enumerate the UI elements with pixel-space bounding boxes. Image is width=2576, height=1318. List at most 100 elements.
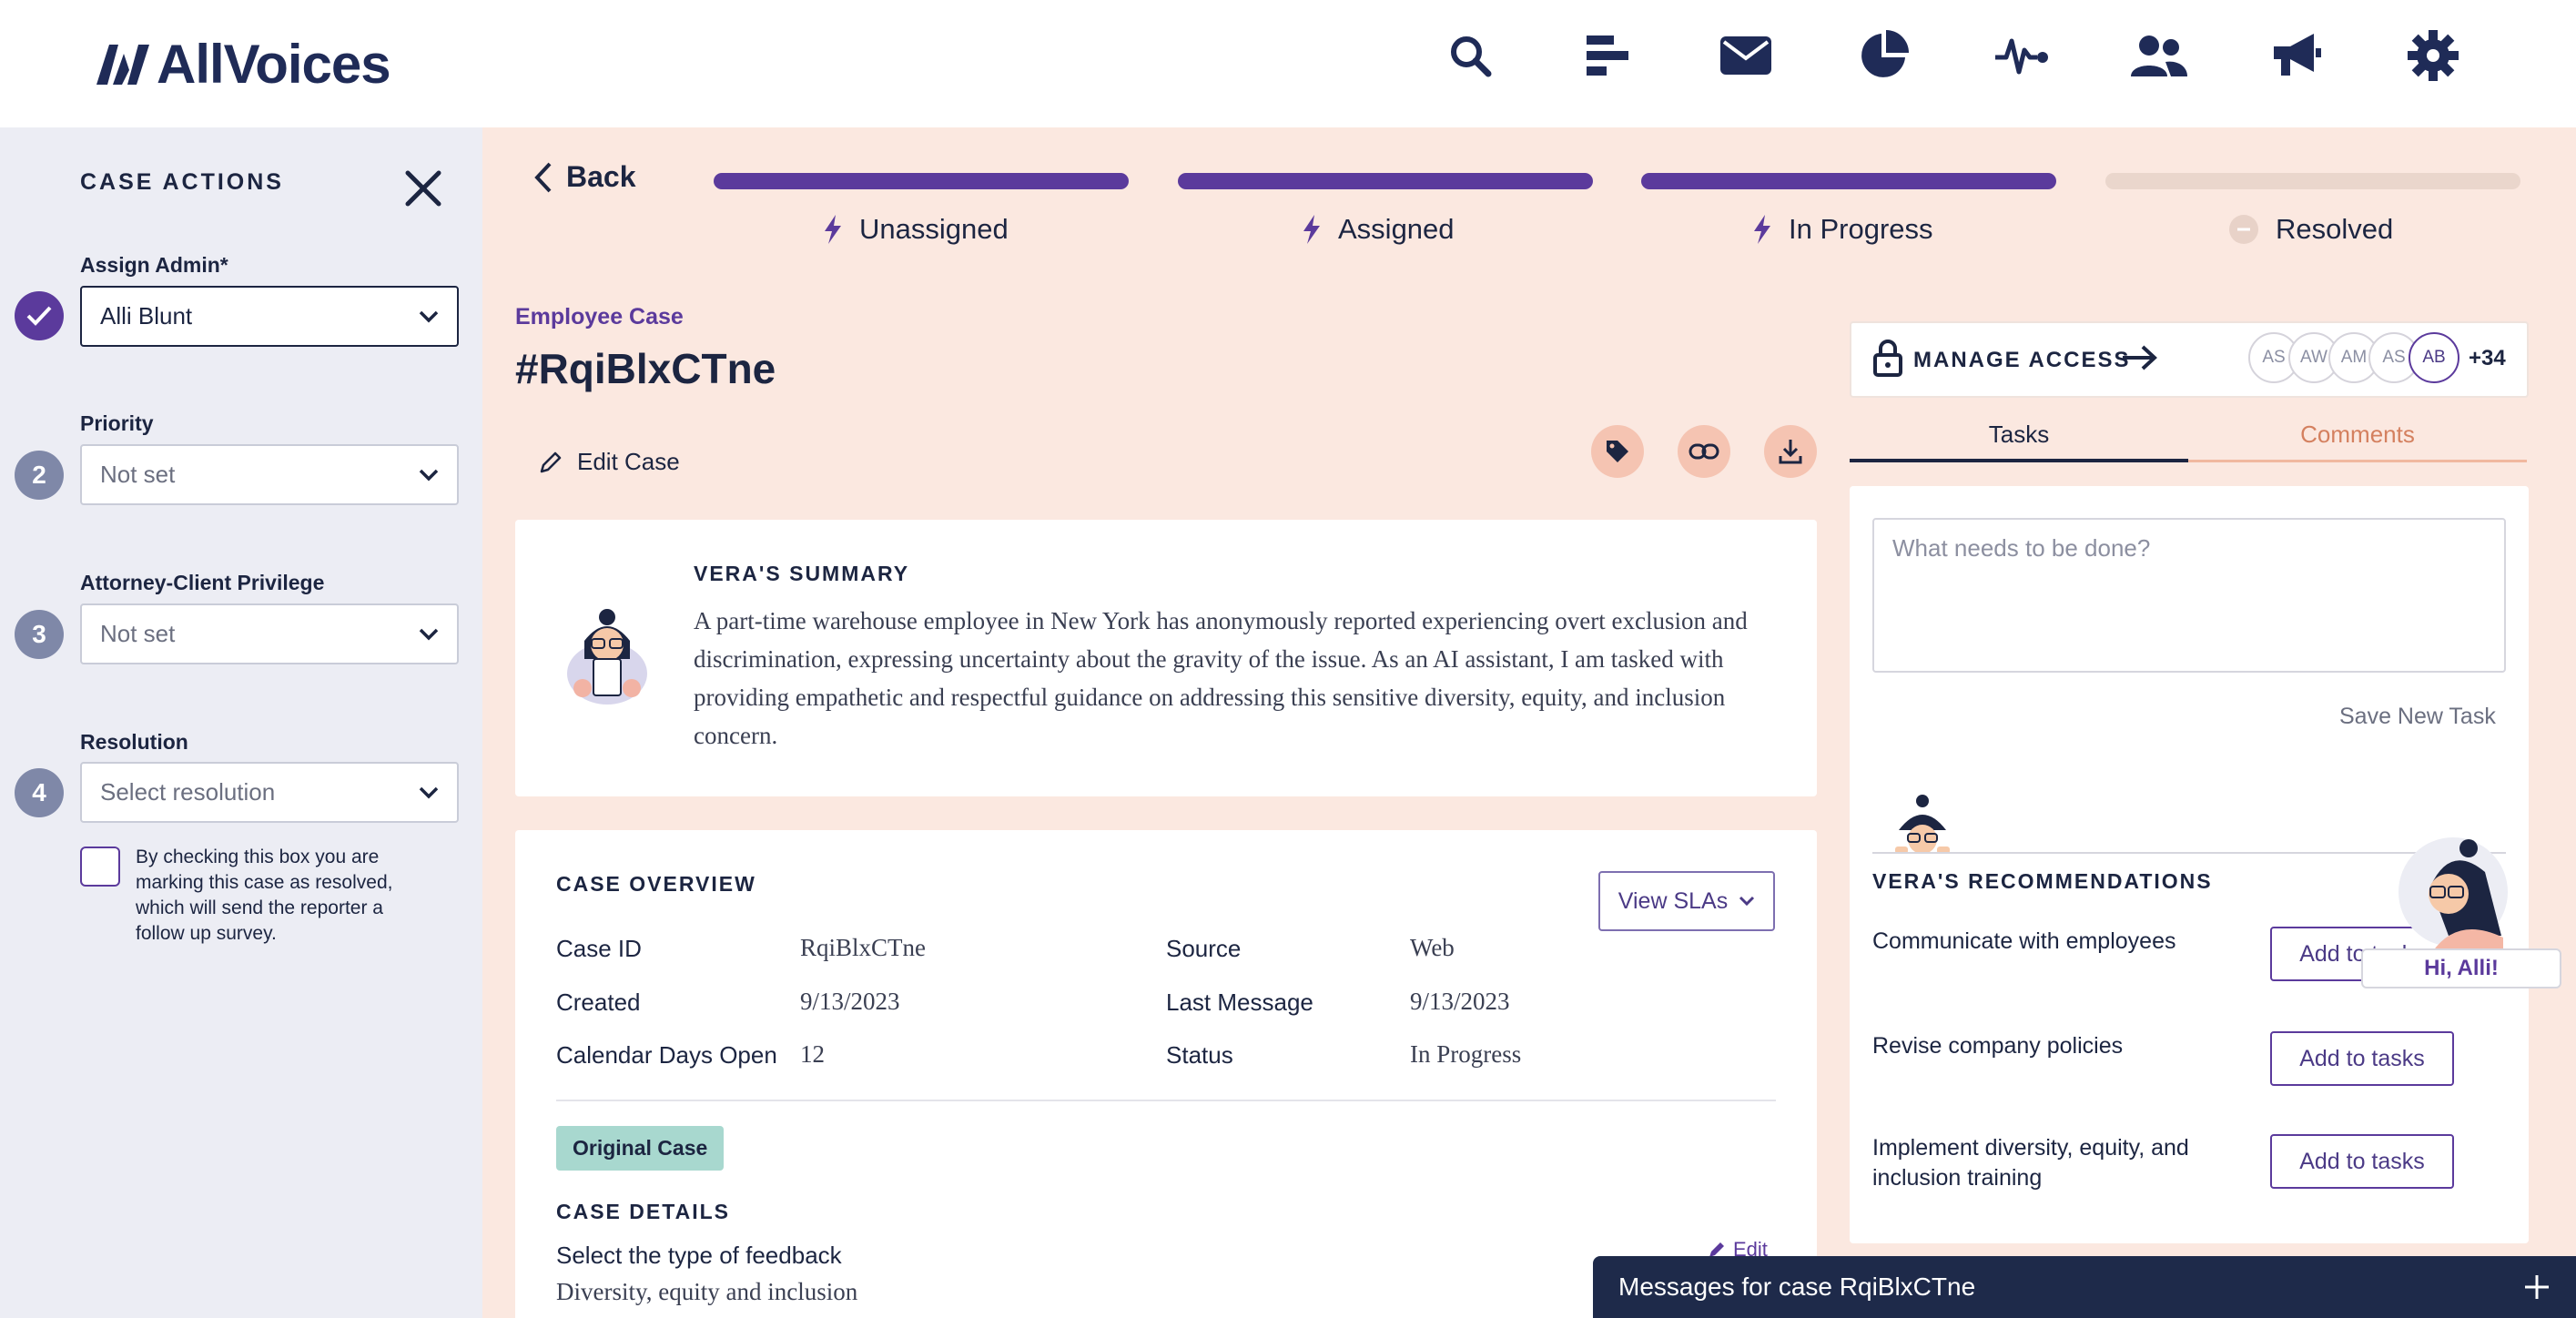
recommendation-text: Revise company policies (1872, 1033, 2124, 1059)
chevron-down-icon (1739, 896, 1755, 907)
step-1-complete-check-icon (15, 291, 64, 340)
progress-bar-in-progress (1641, 173, 2056, 189)
resolution-label: Resolution (80, 730, 188, 754)
mail-icon[interactable] (1714, 24, 1778, 87)
more-users-count[interactable]: +34 (2469, 346, 2506, 371)
avatar[interactable]: AB (2409, 332, 2459, 383)
vera-greeting-bubble[interactable]: Hi, Alli! (2361, 948, 2561, 988)
vera-summary-text: A part-time warehouse employee in New Yo… (694, 607, 1748, 749)
add-to-tasks-button[interactable]: Add to tasks (2270, 1031, 2454, 1086)
activity-pulse-icon[interactable] (1990, 24, 2054, 87)
stage-label: Unassigned (859, 213, 1009, 245)
back-button[interactable]: Back (533, 160, 636, 194)
stage-unassigned: Unassigned (823, 213, 1009, 246)
close-sidebar-button[interactable] (397, 162, 450, 215)
vera-assistant-illustration (567, 609, 647, 705)
allvoices-logo-icon (96, 44, 149, 85)
case-id-label: Case ID (556, 935, 642, 962)
plus-icon[interactable] (2523, 1273, 2551, 1301)
chevron-left-icon (534, 162, 552, 192)
feedback-type-answer: Diversity, equity and inclusion (556, 1278, 858, 1305)
copy-link-button[interactable] (1678, 425, 1730, 478)
pencil-icon (540, 451, 562, 472)
logo-text: AllVoices (157, 34, 391, 95)
chevron-down-icon (419, 628, 439, 640)
edit-case-button[interactable]: Edit Case (539, 448, 680, 476)
vera-peeking-illustration (1895, 795, 1950, 854)
tasks-icon[interactable] (1577, 24, 1640, 87)
save-new-task-button[interactable]: Save New Task (2339, 704, 2496, 730)
stage-resolved: Resolved (2228, 213, 2393, 246)
announcements-megaphone-icon[interactable] (2265, 24, 2328, 87)
download-icon (1779, 440, 1802, 464)
feedback-type-question: Select the type of feedback (556, 1242, 842, 1269)
source-value: Web (1410, 934, 1455, 961)
tab-tasks[interactable]: Tasks (1850, 421, 2188, 462)
tag-button[interactable] (1591, 425, 1644, 478)
close-icon (405, 170, 441, 207)
vera-recommendations-title: VERA'S RECOMMENDATIONS (1872, 869, 2213, 893)
stage-label: Resolved (2276, 213, 2394, 245)
edit-case-label: Edit Case (577, 448, 680, 475)
priority-value: Not set (100, 461, 176, 488)
manage-access-link[interactable]: MANAGE ACCESS (1913, 348, 2130, 373)
chevron-down-icon (419, 310, 439, 322)
recommendation-text: Communicate with employees (1872, 928, 2176, 954)
created-value: 9/13/2023 (800, 988, 900, 1015)
step-3-badge: 3 (15, 610, 64, 659)
new-task-input[interactable]: What needs to be done? (1872, 518, 2506, 673)
privilege-value: Not set (100, 620, 176, 647)
case-details-title: CASE DETAILS (556, 1200, 730, 1223)
resolution-select[interactable]: Select resolution (80, 762, 459, 823)
stage-label: In Progress (1789, 213, 1933, 245)
last-message-label: Last Message (1166, 988, 1313, 1016)
manage-access-label: MANAGE ACCESS (1913, 348, 2131, 372)
resolution-value: Select resolution (100, 778, 276, 806)
overview-divider (556, 1100, 1776, 1101)
tag-icon (1607, 441, 1628, 462)
priority-select[interactable]: Not set (80, 444, 459, 505)
case-id-value: RqiBlxCTne (800, 934, 927, 961)
download-button[interactable] (1764, 425, 1817, 478)
priority-label: Priority (80, 411, 154, 435)
step-4-badge: 4 (15, 768, 64, 817)
case-type-label: Employee Case (515, 304, 684, 330)
lock-icon (1873, 340, 1902, 377)
settings-gear-icon[interactable] (2401, 24, 2465, 87)
search-icon[interactable] (1438, 24, 1502, 87)
lightning-icon (1754, 215, 1770, 244)
source-label: Source (1166, 935, 1242, 962)
lightning-icon (825, 215, 841, 244)
view-slas-dropdown[interactable]: View SLAs (1598, 871, 1775, 931)
progress-bar-resolved (2105, 173, 2520, 189)
vera-summary-title: VERA'S SUMMARY (694, 562, 910, 585)
mark-resolved-note: By checking this box you are marking thi… (136, 847, 393, 944)
add-to-tasks-button[interactable]: Add to tasks (2270, 1134, 2454, 1189)
vera-chat-avatar[interactable] (2385, 836, 2521, 952)
days-open-label: Calendar Days Open (556, 1041, 777, 1069)
back-label: Back (566, 160, 636, 193)
view-slas-label: View SLAs (1618, 887, 1729, 914)
assign-admin-select[interactable]: Alli Blunt (80, 286, 459, 347)
messages-label: Messages for case RqiBlxCTne (1618, 1272, 1976, 1301)
allvoices-logo[interactable]: AllVoices (96, 33, 391, 96)
attorney-client-privilege-select[interactable]: Not set (80, 603, 459, 664)
reports-pie-icon[interactable] (1851, 24, 1915, 87)
chevron-down-icon (419, 469, 439, 481)
users-icon[interactable] (2126, 24, 2190, 87)
created-label: Created (556, 988, 641, 1016)
arrow-right-icon[interactable] (2121, 344, 2157, 371)
last-message-value: 9/13/2023 (1410, 988, 1510, 1015)
mark-resolved-checkbox[interactable] (80, 847, 120, 887)
pending-minus-circle-icon (2229, 215, 2258, 244)
progress-bar-unassigned (714, 173, 1129, 189)
case-messages-bar[interactable]: Messages for case RqiBlxCTne (1593, 1256, 2576, 1318)
tab-comments[interactable]: Comments (2188, 421, 2527, 462)
stage-label: Assigned (1338, 213, 1455, 245)
chevron-down-icon (419, 786, 439, 798)
status-label: Status (1166, 1041, 1233, 1069)
step-2-badge: 2 (15, 451, 64, 500)
assign-admin-value: Alli Blunt (100, 302, 193, 330)
status-value: In Progress (1410, 1040, 1522, 1068)
case-overview-title: CASE OVERVIEW (556, 872, 756, 896)
